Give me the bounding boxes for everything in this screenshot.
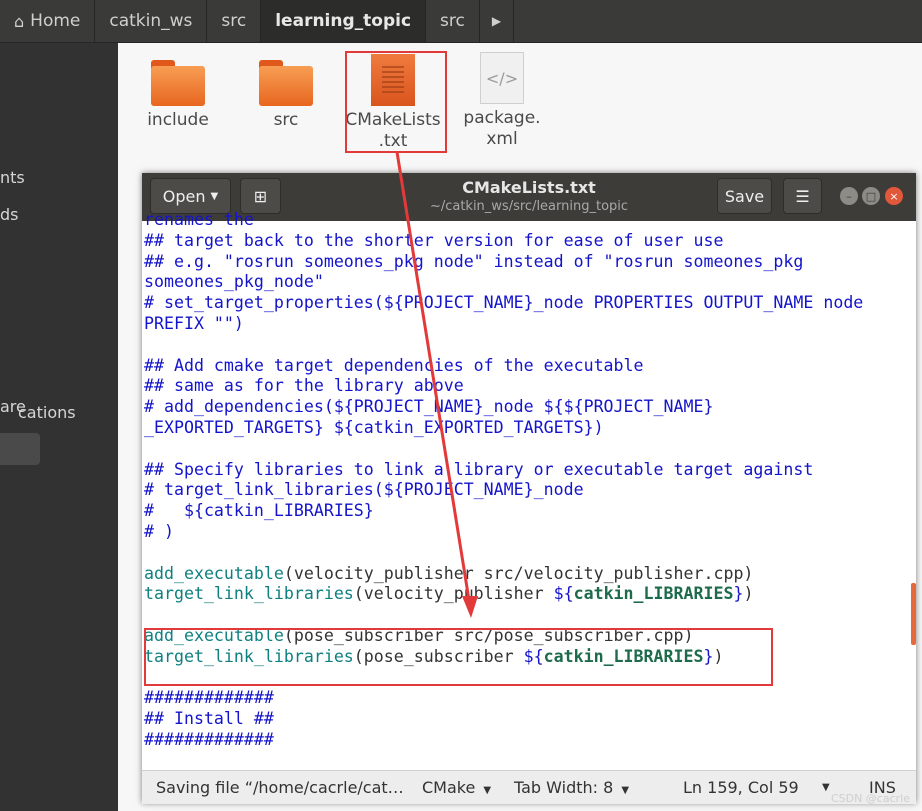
cursor-position: Ln 159, Col 59 (683, 778, 799, 797)
code-line: ############# (144, 688, 909, 709)
code-variable: catkin_LIBRARIES (573, 584, 734, 604)
chevron-right-icon[interactable]: ▶ (480, 0, 515, 42)
tab-width-selector[interactable]: Tab Width: 8 ▼ (514, 778, 629, 797)
folder-icon (259, 60, 313, 106)
file-item-package-xml[interactable]: </> package. xml (452, 52, 552, 150)
code-line: ## Add cmake target dependencies of the … (144, 356, 909, 377)
code-var-close: } (733, 584, 744, 604)
code-line: # add_dependencies(${PROJECT_NAME}_node … (144, 397, 909, 418)
code-line: someones_pkg_node" (144, 272, 909, 293)
code-function: add_executable (144, 563, 284, 583)
code-line: _EXPORTED_TARGETS} ${catkin_EXPORTED_TAR… (144, 418, 909, 439)
code-line: ## Install ## (144, 709, 909, 730)
code-text: # ) (144, 521, 174, 541)
breadcrumb-learning-topic[interactable]: learning_topic (261, 0, 427, 42)
code-line: # target_link_libraries(${PROJECT_NAME}_… (144, 480, 909, 501)
code-line: # set_target_properties(${PROJECT_NAME}_… (144, 293, 909, 314)
code-line: # ${catkin_LIBRARIES} (144, 501, 909, 522)
code-line: ## target back to the shorter version fo… (144, 231, 909, 252)
breadcrumb-home[interactable]: ⌂ Home (0, 0, 96, 42)
chevron-down-icon: ▼ (621, 785, 630, 796)
code-text: ## Specify libraries to link a library o… (144, 459, 814, 479)
status-bar: Saving file “/home/cacrle/cat… CMake ▼ T… (142, 770, 916, 804)
sidebar-item-label[interactable]: ds (0, 205, 19, 224)
scrollbar-thumb[interactable] (911, 583, 916, 645)
code-view[interactable]: renames the ## target back to the shorter… (144, 210, 909, 770)
code-text: ## target back to the shorter version fo… (144, 230, 724, 250)
code-text: _EXPORTED_TARGETS} ${catkin_EXPORTED_TAR… (144, 417, 604, 437)
breadcrumb-src[interactable]: src (207, 0, 262, 42)
save-button[interactable]: Save (717, 178, 772, 214)
close-icon[interactable]: × (885, 187, 903, 205)
language-label: CMake (422, 778, 476, 797)
breadcrumb-src[interactable]: src (426, 0, 480, 42)
code-text: # ${catkin_LIBRARIES} (144, 501, 374, 521)
minimize-icon[interactable]: – (840, 187, 858, 205)
sidebar-item-label[interactable]: cations (18, 403, 76, 422)
highlight-box-file (345, 51, 447, 153)
code-function: target_link_libraries (144, 584, 354, 604)
status-message: Saving file “/home/cacrle/cat… (156, 778, 404, 797)
file-name: src (273, 110, 299, 130)
language-selector[interactable]: CMake ▼ (422, 778, 491, 797)
code-text: # target_link_libraries(${PROJECT_NAME}_… (144, 480, 584, 500)
code-text: ############# (144, 729, 274, 749)
code-text: # add_dependencies(${PROJECT_NAME}_node … (144, 397, 714, 417)
code-text: renames the (144, 210, 254, 229)
breadcrumb-label: learning_topic (275, 11, 412, 31)
code-line: renames the (144, 210, 909, 231)
text-editor-window: Open ▼ ⊞ CMakeLists.txt ~/catkin_ws/src/… (142, 173, 916, 804)
sidebar-selected-highlight[interactable] (0, 433, 40, 465)
code-text: PREFIX "") (144, 313, 244, 333)
code-text: ## Install ## (144, 709, 274, 729)
path-bar: ⌂ Home catkin_ws src learning_topic src ▶ (0, 0, 922, 43)
maximize-icon[interactable]: □ (862, 187, 880, 205)
sidebar-item-label[interactable]: nts (0, 168, 25, 187)
breadcrumb-label: catkin_ws (109, 11, 193, 31)
hamburger-menu-icon: ☰ (795, 186, 810, 206)
code-args: (velocity_publisher (353, 584, 554, 604)
code-text: ## Add cmake target dependencies of the … (144, 355, 644, 375)
chevron-down-icon: ▼ (483, 785, 492, 796)
code-text: someones_pkg_node" (144, 272, 324, 292)
sidebar: nts ds are cations (0, 43, 118, 811)
highlight-box-code (144, 628, 773, 686)
code-line: PREFIX "") (144, 314, 909, 335)
file-item-src[interactable]: src (236, 60, 336, 131)
code-line: ## Specify libraries to link a library o… (144, 460, 909, 481)
file-name: include (147, 110, 209, 130)
code-line: # ) (144, 522, 909, 543)
breadcrumb-catkin-ws[interactable]: catkin_ws (95, 0, 208, 42)
code-line: ## e.g. "rosrun someones_pkg node" inste… (144, 252, 909, 273)
code-line: ## same as for the library above (144, 376, 909, 397)
breadcrumb-label: src (221, 11, 247, 31)
home-icon: ⌂ (14, 11, 25, 31)
breadcrumb-label: src (440, 11, 465, 31)
code-line: ############# (144, 730, 909, 751)
watermark: CSDN @cacrle (830, 792, 910, 805)
code-end: ) (743, 584, 754, 604)
breadcrumb-label: Home (30, 11, 81, 31)
xml-file-icon: </> (480, 52, 524, 104)
menu-button[interactable]: ☰ (783, 178, 822, 214)
code-var-open: ${ (553, 584, 574, 604)
save-label: Save (724, 186, 765, 206)
file-name: package. xml (463, 108, 541, 149)
folder-icon (151, 60, 205, 106)
chevron-down-icon[interactable]: ▼ (822, 782, 830, 793)
code-text: ## e.g. "rosrun someones_pkg node" inste… (144, 251, 804, 271)
code-line: target_link_libraries(velocity_publisher… (144, 584, 909, 605)
tab-width-label: Tab Width: 8 (514, 778, 614, 797)
code-line: add_executable(velocity_publisher src/ve… (144, 564, 909, 585)
code-text: ############# (144, 688, 274, 708)
code-text: ## same as for the library above (144, 376, 464, 396)
code-args: (velocity_publisher src/velocity_publish… (283, 563, 754, 583)
file-item-include[interactable]: include (128, 60, 228, 131)
code-text: # set_target_properties(${PROJECT_NAME}_… (144, 293, 864, 313)
